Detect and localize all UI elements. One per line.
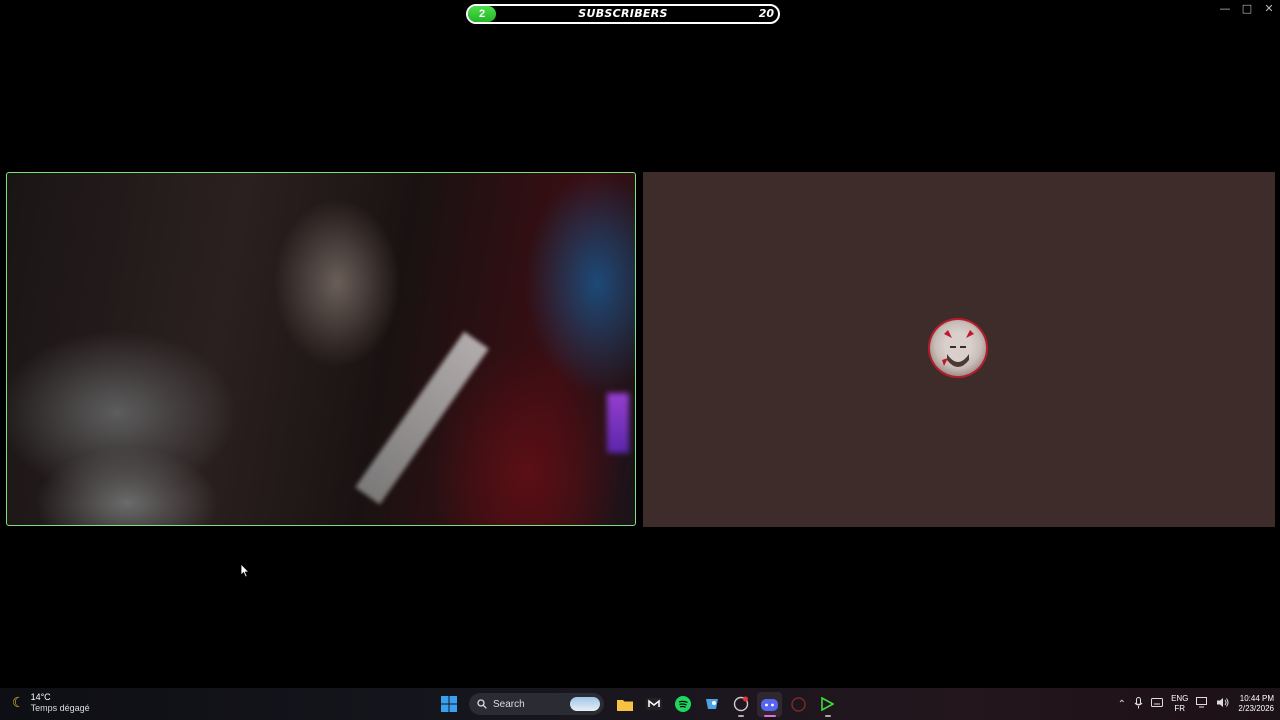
participant-avatar [930,320,986,376]
clock-date: 2/23/2026 [1238,704,1274,713]
language-indicator[interactable]: ENG FR [1171,694,1188,714]
running-indicator [737,714,744,717]
search-placeholder: Search [493,698,525,710]
mouse-cursor-icon [240,563,250,583]
weather-widget[interactable]: ☾ 14°C Temps dégagé [12,692,90,714]
participant-avatar-tile[interactable] [643,172,1275,527]
green-arrow-app-icon[interactable] [815,692,840,717]
windows-start-icon[interactable] [436,692,461,717]
moon-icon: ☾ [12,695,25,711]
taskbar-center: Search [436,691,840,717]
microphone-icon[interactable] [1134,696,1143,712]
app-icon[interactable] [728,692,753,717]
network-icon[interactable] [1196,697,1209,711]
active-indicator [763,714,776,717]
keyboard-icon[interactable] [1151,698,1164,710]
running-indicator [824,714,831,717]
discord-icon[interactable] [757,691,782,717]
media-app-icon[interactable] [641,692,666,717]
search-highlight-icon [570,697,600,711]
minimize-button[interactable]: — [1214,0,1236,16]
taskbar-search-box[interactable]: Search [469,693,604,715]
window-controls: — □ ✕ [1214,0,1280,16]
spotify-icon[interactable] [670,692,695,717]
video-light-streak [355,331,489,505]
video-neon-light [607,393,629,453]
system-tray: ⌃ ENG FR 10:44 PM 2/23/2026 [1118,691,1274,717]
recording-icon[interactable] [786,692,811,717]
volume-icon[interactable] [1217,697,1230,711]
language-secondary: FR [1174,704,1186,713]
clock[interactable]: 10:44 PM 2/23/2026 [1238,694,1274,714]
weather-temperature: 14°C [30,692,51,702]
taskbar: ☾ 14°C Temps dégagé Search ⌃ ENG FR 10:4… [0,688,1280,720]
camera-video-tile[interactable] [6,172,636,526]
file-explorer-icon[interactable] [612,692,637,717]
steam-icon[interactable] [699,692,724,717]
avatar-face-icon [942,330,974,367]
language-primary: ENG [1171,694,1189,703]
close-button[interactable]: ✕ [1258,0,1280,16]
chevron-up-icon[interactable]: ⌃ [1118,699,1126,710]
weather-condition: Temps dégagé [30,703,90,713]
maximize-button[interactable]: □ [1236,0,1258,16]
subscriber-label: SUBSCRIBERS [578,7,668,20]
subscriber-goal-count: 20 [758,7,774,20]
subscriber-goal-bar: 2 SUBSCRIBERS 20 [466,4,780,24]
clock-time: 10:44 PM [1239,694,1274,703]
search-icon [477,699,487,709]
